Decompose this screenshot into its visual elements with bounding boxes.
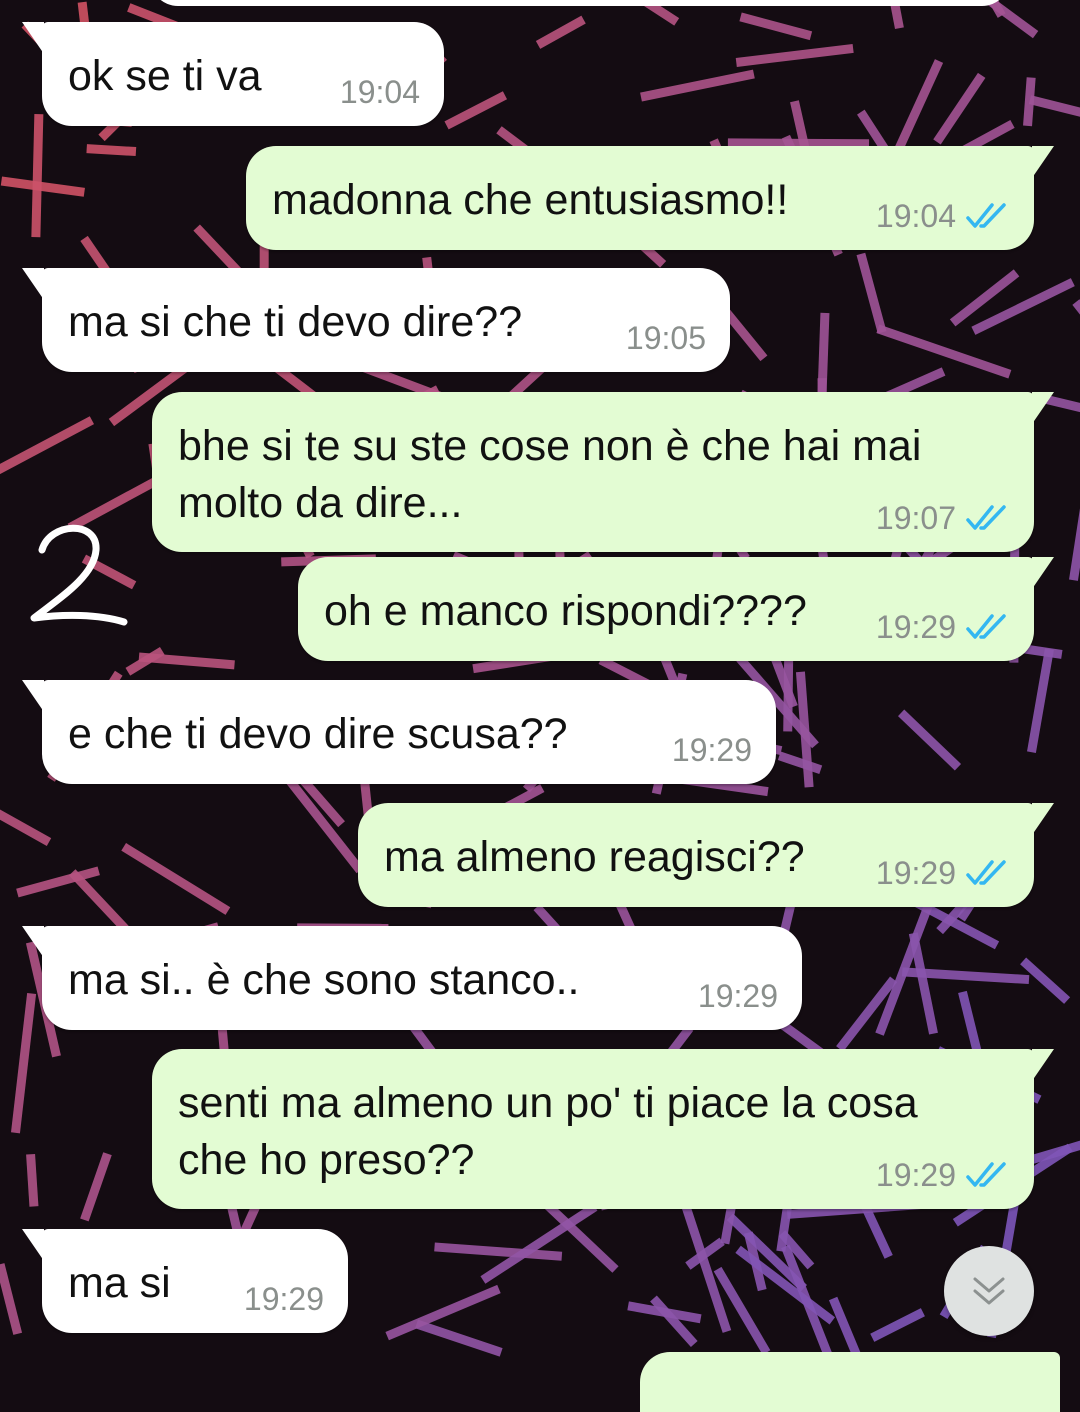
double-check-icon <box>966 1161 1010 1189</box>
wallpaper-stick <box>31 1154 34 1206</box>
message-text: ma almeno reagisci?? <box>384 833 805 881</box>
wallpaper-stick <box>741 17 811 36</box>
message-time: 19:29 <box>672 732 752 768</box>
message-time: 19:29 <box>244 1281 324 1317</box>
wallpaper-stick <box>538 20 584 45</box>
wallpaper-stick <box>1031 649 1049 752</box>
wallpaper-stick <box>0 810 49 842</box>
wallpaper-stick <box>937 75 982 142</box>
message-incoming[interactable]: e che ti devo dire scusa?? 19:29 <box>42 680 776 784</box>
message-text: ma si.. è che sono stanco.. <box>68 956 580 1004</box>
message-meta: 19:29 <box>876 855 1010 891</box>
handwritten-number-annotation <box>20 510 130 640</box>
message-meta: 19:29 <box>876 609 1010 645</box>
wallpaper-stick <box>1073 467 1080 580</box>
message-time: 19:29 <box>698 978 778 1014</box>
message-meta: 19:07 <box>876 500 1010 536</box>
wallpaper-stick <box>641 74 754 97</box>
message-meta: 19:04 <box>340 74 420 110</box>
message-text: ma si <box>68 1259 171 1307</box>
message-text: bhe si te su ste cose non è che hai mai … <box>178 422 921 527</box>
scroll-to-bottom-button[interactable] <box>944 1246 1034 1336</box>
double-check-icon <box>966 613 1010 641</box>
wallpaper-stick <box>84 1154 107 1220</box>
wallpaper-stick <box>901 713 958 767</box>
chevron-double-down-icon <box>969 1273 1009 1309</box>
message-text: ok se ti va <box>68 52 262 100</box>
message-text: madonna che entusiasmo!! <box>272 176 788 224</box>
wallpaper-stick <box>779 756 820 770</box>
message-incoming[interactable]: ma si che ti devo dire?? 19:05 <box>42 268 730 372</box>
wallpaper-stick <box>728 143 869 144</box>
wallpaper-stick <box>417 1324 502 1352</box>
wallpaper-stick <box>0 1264 18 1334</box>
wallpaper-stick <box>653 1299 694 1345</box>
double-check-icon <box>966 504 1010 532</box>
message-meta: 19:29 <box>698 978 778 1014</box>
wallpaper-stick <box>1076 302 1080 388</box>
wallpaper-stick <box>435 1247 562 1256</box>
wallpaper-stick <box>738 1249 832 1321</box>
wallpaper-stick <box>483 1207 595 1280</box>
message-outgoing[interactable]: ma almeno reagisci?? 19:29 <box>358 803 1034 907</box>
double-check-icon <box>966 202 1010 230</box>
wallpaper-stick <box>124 847 228 911</box>
message-time: 19:29 <box>876 1157 956 1193</box>
wallpaper-stick <box>139 657 235 665</box>
message-time: 19:05 <box>626 320 706 356</box>
message-meta: 19:29 <box>244 1281 324 1317</box>
wallpaper-stick <box>0 420 92 470</box>
wallpaper-stick <box>872 1312 923 1338</box>
message-text: senti ma almeno un po' ti piace la cosa … <box>178 1079 918 1184</box>
message-incoming[interactable]: ok se ti va 19:04 <box>42 22 444 126</box>
message-meta: 19:29 <box>672 732 752 768</box>
message-outgoing[interactable]: oh e manco rispondi???? 19:29 <box>298 557 1034 661</box>
message-time: 19:29 <box>876 855 956 891</box>
wallpaper-stick <box>36 114 39 237</box>
message-time: 19:04 <box>340 74 420 110</box>
message-meta: 19:29 <box>876 1157 1010 1193</box>
message-incoming[interactable]: ma si.. è che sono stanco.. 19:29 <box>42 926 802 1030</box>
message-time: 19:04 <box>876 198 956 234</box>
message-text: e che ti devo dire scusa?? <box>68 710 568 758</box>
previous-message-bubble-partial[interactable] <box>150 0 1010 6</box>
wallpaper-stick <box>1030 100 1080 114</box>
message-text: oh e manco rispondi???? <box>324 587 807 635</box>
double-check-icon <box>966 859 1010 887</box>
message-time: 19:07 <box>876 500 956 536</box>
wallpaper-stick <box>861 254 882 332</box>
message-meta: 19:04 <box>876 198 1010 234</box>
wallpaper-stick <box>15 994 31 1133</box>
message-time: 19:29 <box>876 609 956 645</box>
message-incoming[interactable]: ma si 19:29 <box>42 1229 348 1333</box>
wallpaper-stick <box>736 48 853 62</box>
wallpaper-stick <box>87 149 136 152</box>
message-text: ma si che ti devo dire?? <box>68 298 522 346</box>
wallpaper-stick <box>1 181 84 192</box>
wallpaper-stick <box>447 95 505 125</box>
wallpaper-stick <box>878 329 1010 374</box>
message-outgoing[interactable]: madonna che entusiasmo!! 19:04 <box>246 146 1034 250</box>
message-outgoing[interactable]: senti ma almeno un po' ti piace la cosa … <box>152 1049 1034 1209</box>
message-outgoing[interactable]: bhe si te su ste cose non è che hai mai … <box>152 392 1034 552</box>
message-meta: 19:05 <box>626 320 706 356</box>
wallpaper-stick <box>1023 961 1067 1001</box>
next-message-bubble-partial[interactable] <box>640 1352 1060 1412</box>
